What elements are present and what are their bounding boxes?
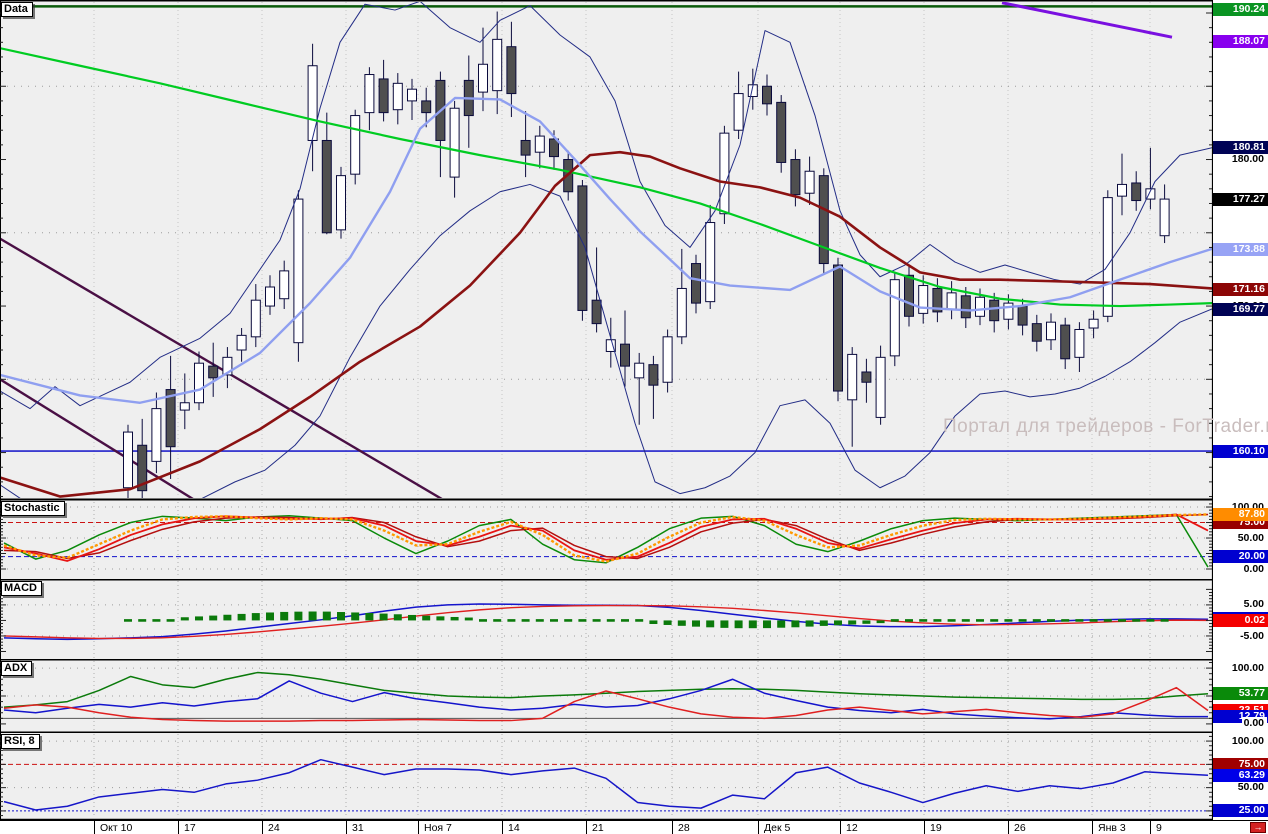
- axis-label: 0.00: [1242, 563, 1267, 576]
- axis-label: 180.00: [1230, 153, 1267, 166]
- time-label: Окт 10: [100, 822, 132, 834]
- price-badge: 87.80: [1213, 508, 1268, 521]
- time-label: 19: [930, 822, 942, 834]
- time-label: 14: [508, 822, 520, 834]
- time-label: 21: [592, 822, 604, 834]
- time-tick: [94, 821, 95, 834]
- scroll-right-button[interactable]: →: [1250, 822, 1266, 833]
- price-badge: 25.00: [1213, 804, 1268, 817]
- price-badge: 188.07: [1213, 35, 1268, 48]
- panel-title-data[interactable]: Data: [1, 2, 33, 17]
- axis-label: 50.00: [1236, 532, 1267, 545]
- price-badge: 190.24: [1213, 3, 1268, 16]
- time-tick: [1092, 821, 1093, 834]
- time-tick: [840, 821, 841, 834]
- time-label: Дек 5: [764, 822, 790, 834]
- price-badge: 180.81: [1213, 141, 1268, 154]
- time-label: 12: [846, 822, 858, 834]
- price-badge: 177.27: [1213, 193, 1268, 206]
- time-tick: [758, 821, 759, 834]
- price-badge: 160.10: [1213, 445, 1268, 458]
- time-tick: [346, 821, 347, 834]
- time-label: 9: [1156, 822, 1162, 834]
- time-label: 31: [352, 822, 364, 834]
- time-label: 28: [678, 822, 690, 834]
- price-badge: 169.77: [1213, 303, 1268, 316]
- time-label: 17: [184, 822, 196, 834]
- axis-label: 100.00: [1230, 662, 1267, 675]
- time-tick: [262, 821, 263, 834]
- panel-title-adx[interactable]: ADX: [1, 661, 32, 676]
- time-tick: [672, 821, 673, 834]
- time-tick: [1150, 821, 1151, 834]
- time-axis: → Окт 10 17 24 31 Ноя 7 14 21 28 Дек 5 12 19 26 Янв …: [0, 820, 1268, 834]
- panel-title-stochastic[interactable]: Stochastic: [1, 501, 65, 516]
- time-label: Ноя 7: [424, 822, 452, 834]
- chart-window: 180.00 17 0.00 190.24 188.07 180.81 177.27 173.…: [0, 0, 1268, 834]
- time-label: 24: [268, 822, 280, 834]
- time-tick: [586, 821, 587, 834]
- time-tick: [502, 821, 503, 834]
- axis-label: -5.00: [1238, 630, 1267, 643]
- price-badge: 171.16: [1213, 283, 1268, 296]
- price-badge: 53.77: [1213, 687, 1268, 700]
- axis-label: 0.00: [1242, 717, 1267, 730]
- axis-label: 50.00: [1236, 781, 1267, 794]
- axis-label: 5.00: [1242, 598, 1267, 611]
- price-badge: 173.88: [1213, 243, 1268, 256]
- panel-title-macd[interactable]: MACD: [1, 581, 42, 596]
- axis-label: 100.00: [1230, 735, 1267, 748]
- time-label: 26: [1014, 822, 1026, 834]
- time-tick: [178, 821, 179, 834]
- time-tick: [1008, 821, 1009, 834]
- price-scale[interactable]: 180.00170.00190.24188.07180.81177.27173.…: [1213, 0, 1268, 820]
- time-label: Янв 3: [1098, 822, 1126, 834]
- time-tick: [924, 821, 925, 834]
- price-badge: 0.02: [1213, 614, 1268, 627]
- price-badge: 20.00: [1213, 550, 1268, 563]
- watermark: Портал для трейдеров - ForTrader.ru: [943, 416, 1268, 438]
- price-badge: 63.29: [1213, 769, 1268, 782]
- time-tick: [418, 821, 419, 834]
- panel-title-rsi[interactable]: RSI, 8: [1, 734, 40, 749]
